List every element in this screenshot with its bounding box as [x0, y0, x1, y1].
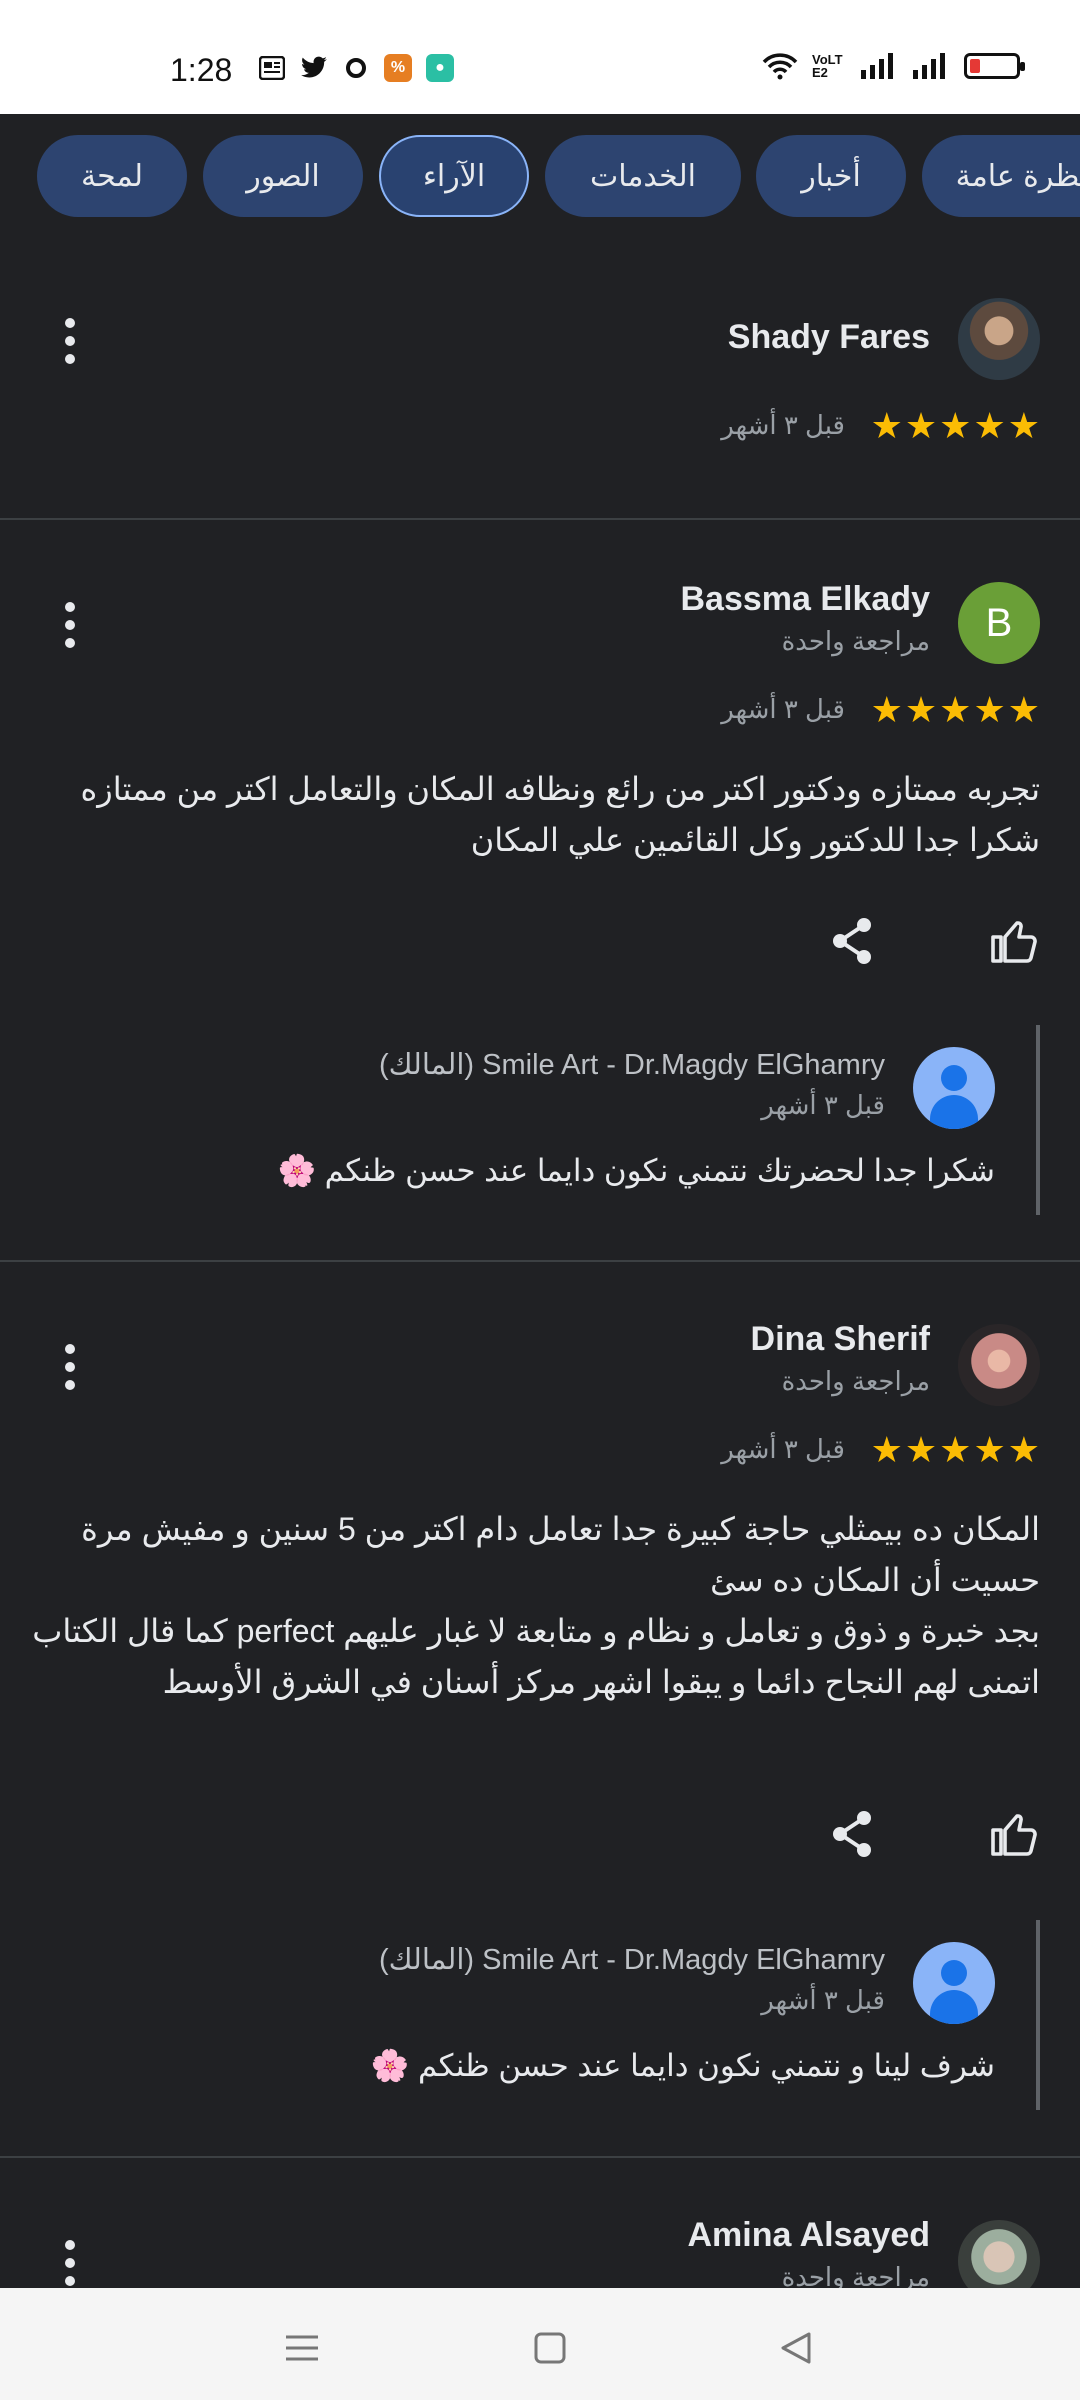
- reviewer-review-count: مراجعة واحدة: [781, 626, 930, 656]
- reviewer-name[interactable]: Dina Sherif: [751, 1320, 930, 1359]
- volte-label: VoLTE2: [812, 52, 843, 80]
- battery-icon: [964, 53, 1025, 79]
- signal-icon: [861, 53, 893, 79]
- reply-time: قبل ٣ أشهر: [761, 1985, 885, 2015]
- reviewer-name[interactable]: Amina Alsayed: [688, 2216, 931, 2255]
- more-options-icon[interactable]: [55, 602, 85, 648]
- tab-photos[interactable]: الصور: [203, 135, 363, 217]
- review-text: تجربه ممتازه ودكتور اكتر من رائع ونظافه …: [80, 771, 1040, 858]
- system-status-icons: VoLTE2: [762, 52, 1025, 80]
- star-rating: ★ ★ ★ ★ ★: [870, 1429, 1040, 1470]
- tab-reviews[interactable]: الآراء: [379, 135, 529, 217]
- review-card: Shady Fares ★ ★ ★ ★ ★ قبل ٣ أشهر: [0, 234, 1080, 518]
- share-icon[interactable]: [822, 911, 882, 971]
- reviewer-avatar[interactable]: B: [958, 582, 1040, 664]
- star-rating: ★ ★ ★ ★ ★: [870, 405, 1040, 446]
- status-time: 1:28: [170, 52, 233, 88]
- owner-label: (المالك): [378, 1944, 475, 1976]
- review-card: B Bassma Elkady مراجعة واحدة ★ ★ ★ ★ ★ قبل ٣…: [0, 520, 1080, 1260]
- notification-icons: % ●: [258, 54, 454, 82]
- back-icon[interactable]: [766, 2318, 826, 2378]
- reviewer-name[interactable]: Bassma Elkady: [681, 580, 931, 619]
- orange-app-icon: %: [384, 54, 412, 82]
- owner-label: (المالك): [378, 1049, 475, 1081]
- home-icon[interactable]: [520, 2318, 580, 2378]
- wifi-icon: [762, 53, 798, 80]
- review-card: Dina Sherif مراجعة واحدة ★ ★ ★ ★ ★ قبل ٣ أشه…: [0, 1262, 1080, 2156]
- system-nav-bar: [0, 2288, 1080, 2400]
- reviewer-avatar[interactable]: [958, 298, 1040, 380]
- tab-services[interactable]: الخدمات: [545, 135, 741, 217]
- review-text: المكان ده بيمثلي حاجة كبيرة جدا تعامل دا…: [32, 1511, 1040, 1700]
- reviewer-name[interactable]: Shady Fares: [728, 318, 930, 357]
- reply-indicator: [1036, 1025, 1040, 1215]
- reviewer-avatar[interactable]: [958, 2220, 1040, 2288]
- owner-name-text: Smile Art - Dr.Magdy ElGhamry: [482, 1944, 885, 1976]
- owner-name[interactable]: (المالك) Smile Art - Dr.Magdy ElGhamry: [379, 1942, 885, 1977]
- reviewer-avatar[interactable]: [958, 1324, 1040, 1406]
- review-card: Amina Alsayed مراجعة واحدة: [0, 2158, 1080, 2288]
- review-time: قبل ٣ أشهر: [721, 1434, 845, 1464]
- reply-time: قبل ٣ أشهر: [761, 1090, 885, 1120]
- circle-app-icon: [342, 54, 370, 82]
- reply-indicator: [1036, 1920, 1040, 2110]
- owner-avatar[interactable]: [913, 1047, 995, 1129]
- like-icon[interactable]: [985, 1804, 1045, 1864]
- review-time: قبل ٣ أشهر: [721, 410, 845, 440]
- twitter-icon: [300, 54, 328, 82]
- reviewer-review-count: مراجعة واحدة: [781, 1366, 930, 1396]
- reply-text: شرف لينا و نتمني نكون دايما عند حسن ظنكم…: [370, 2048, 995, 2083]
- tab-news[interactable]: أخبار: [756, 135, 906, 217]
- more-options-icon[interactable]: [55, 1344, 85, 1390]
- owner-name-text: Smile Art - Dr.Magdy ElGhamry: [482, 1049, 885, 1081]
- status-bar: 1:28 % ● VoLTE2: [0, 0, 1080, 114]
- share-icon[interactable]: [822, 1804, 882, 1864]
- place-tabs: نظرة عامة أخبار الخدمات الآراء الصور لمح…: [0, 114, 1080, 234]
- like-icon[interactable]: [985, 911, 1045, 971]
- reviewer-review-count: مراجعة واحدة: [781, 2262, 930, 2288]
- menu-icon[interactable]: [272, 2318, 332, 2378]
- owner-avatar[interactable]: [913, 1942, 995, 2024]
- owner-name[interactable]: (المالك) Smile Art - Dr.Magdy ElGhamry: [379, 1047, 885, 1082]
- signal-icon-2: [913, 53, 945, 79]
- teal-app-icon: ●: [426, 54, 454, 82]
- tab-about[interactable]: لمحة: [37, 135, 187, 217]
- review-time: قبل ٣ أشهر: [721, 694, 845, 724]
- reply-text: شكرا جدا لحضرتك نتمني نكون دايما عند حسن…: [277, 1153, 995, 1188]
- news-icon: [258, 54, 286, 82]
- tab-overview[interactable]: نظرة عامة: [922, 135, 1080, 217]
- star-rating: ★ ★ ★ ★ ★: [870, 689, 1040, 730]
- more-options-icon[interactable]: [55, 2240, 85, 2286]
- more-options-icon[interactable]: [55, 318, 85, 364]
